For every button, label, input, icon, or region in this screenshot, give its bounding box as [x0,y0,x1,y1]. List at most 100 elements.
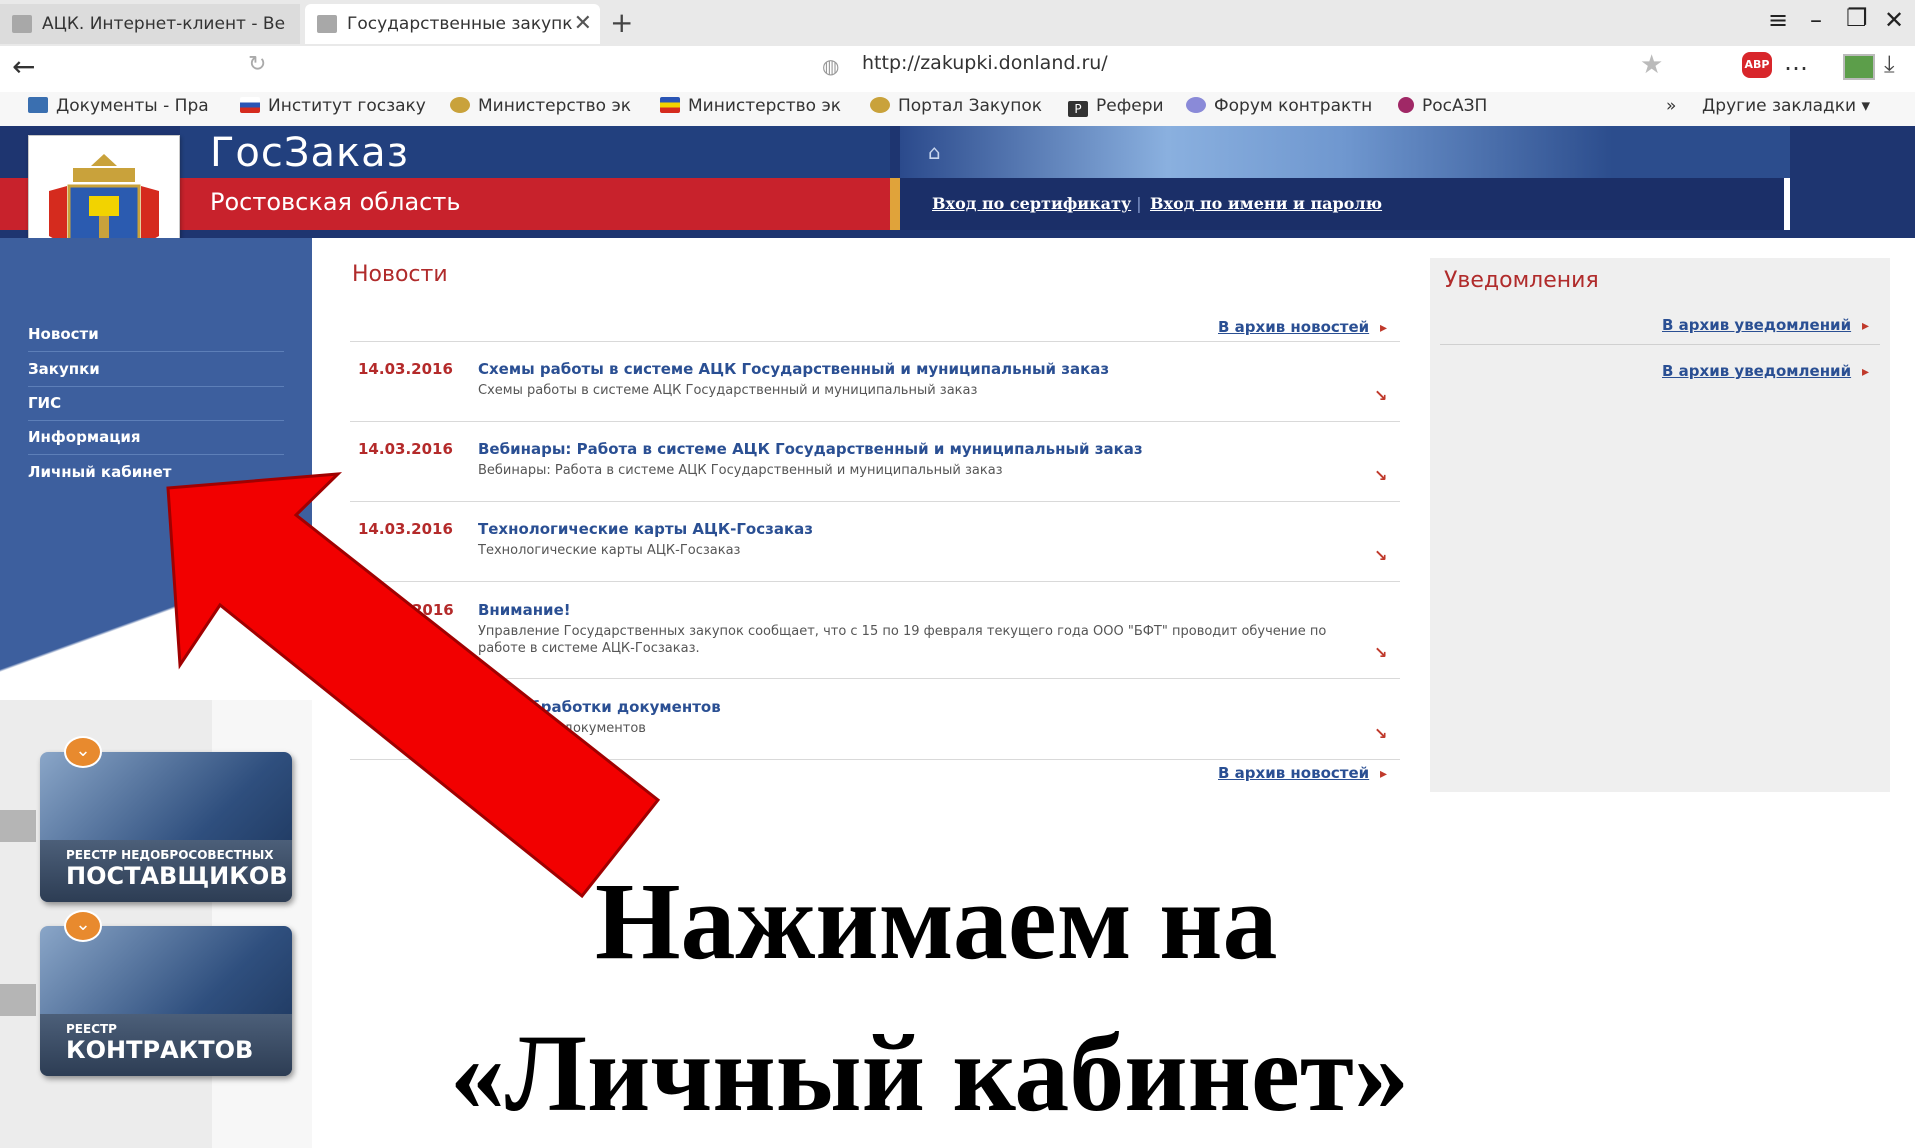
bookmark-label: Портал Закупок [898,96,1042,116]
bookmark-label: Форум контрактн [1214,96,1373,116]
document-icon [28,97,48,113]
divider [350,421,1400,422]
notifications-panel [1430,258,1890,792]
rosazp-icon [1398,97,1414,113]
news-date: 2016 [412,601,454,619]
arrow-down-right-icon[interactable]: ↘ [1374,546,1387,565]
arrow-down-right-icon[interactable]: ↘ [1374,386,1387,405]
login-certificate-link[interactable]: Вход по сертификату [932,194,1131,213]
bookmark-label: Документы - Пра [56,96,209,116]
restore-icon[interactable]: ❐ [1846,4,1868,32]
close-window-icon[interactable]: ✕ [1884,6,1904,34]
url-field[interactable]: http://zakupki.donland.ru/ [862,52,1108,74]
chevron-down-icon[interactable]: ⌄ [64,910,102,942]
header-accent [890,178,900,230]
bookmark-label: Министерство эк [478,96,632,116]
news-text: Технологические карты АЦК-Госзаказ [478,543,741,558]
banner-big-label: КОНТРАКТОВ [66,1036,254,1064]
notifications-archive-link[interactable]: В архив уведомлений [1662,316,1851,334]
chevron-right-icon: ▸ [1380,766,1388,782]
bookmark-label: Институт госзаку [268,96,426,116]
news-text: ботки документов [520,721,646,736]
browser-tab-active[interactable]: Государственные закупк ✕ [305,4,600,44]
divider [350,581,1400,582]
nav-item-purchases[interactable]: Закупки [28,360,284,387]
news-date: 14.03.2016 [358,520,453,538]
login-link-divider: | [1136,194,1142,213]
emblem-icon [870,97,890,113]
flag-icon [240,97,260,113]
back-arrow-icon[interactable]: ← [12,50,35,83]
news-date: 14.03.2016 [358,440,453,458]
emblem-icon [450,97,470,113]
nav-item-news[interactable]: Новости [28,325,284,352]
other-bookmarks[interactable]: Другие закладки ▾ [1702,96,1870,116]
reload-icon[interactable]: ↻ [248,52,266,77]
globe-icon: ◍ [822,54,840,78]
menu-icon[interactable]: ≡ [1768,6,1788,34]
bookmark-item[interactable]: Министерство эк [450,96,631,116]
bookmark-item[interactable]: Документы - Пра [28,96,209,116]
divider [350,341,1400,342]
arrow-down-right-icon[interactable]: ↘ [1374,724,1387,743]
nav-item-information[interactable]: Информация [28,428,284,455]
close-icon[interactable]: ✕ [574,4,592,44]
news-archive-link[interactable]: В архив новостей [1218,764,1369,782]
browser-tab[interactable]: АЦК. Интернет-клиент - Ве [0,4,300,44]
picture-icon[interactable] [1843,54,1875,80]
referee-icon: P [1068,101,1088,117]
instruction-caption-line2: «Личный кабинет» [450,1012,1409,1134]
bookmark-item[interactable]: Портал Закупок [870,96,1042,116]
bookmark-item[interactable]: РосАЗП [1398,96,1487,116]
bookmark-item[interactable]: P Рефери [1068,96,1164,117]
bookmark-item[interactable]: Форум контрактн [1186,96,1372,116]
chevron-right-icon: ▸ [1862,364,1870,380]
download-icon[interactable]: ⤓ [1884,50,1895,78]
divider [350,759,1400,760]
side-tab [0,810,36,842]
divider [350,501,1400,502]
instruction-caption-line1: Нажимаем на [595,860,1278,982]
banner-small-label: РЕЕСТР [66,1022,117,1036]
nav-item-personal-account[interactable]: Личный кабинет [28,463,284,489]
minimize-icon[interactable]: – [1810,6,1822,34]
bookmark-item[interactable]: Министерство эк [660,96,841,116]
news-headline[interactable]: Технологические карты АЦК-Госзаказ [478,520,813,538]
forum-icon [1186,97,1206,113]
banner-unfair-suppliers[interactable]: РЕЕСТР НЕДОБРОСОВЕСТНЫХ ПОСТАВЩИКОВ [40,752,292,902]
bookmark-item[interactable]: Институт госзаку [240,96,426,116]
region-name: Ростовская область [210,188,461,216]
news-archive-link[interactable]: В архив новостей [1218,318,1369,336]
tab-favicon-icon [317,15,337,33]
tab-label: АЦК. Интернет-клиент - Ве [42,14,286,34]
chevron-down-icon[interactable]: ⌄ [64,736,102,768]
news-date: 14.03.2016 [358,360,453,378]
divider [350,678,1400,679]
new-tab-icon[interactable]: + [610,6,633,39]
bookmark-star-icon[interactable]: ★ [1640,50,1663,80]
news-headline[interactable]: Схемы работы в системе АЦК Государственн… [478,360,1109,378]
tab-favicon-icon [12,15,32,33]
news-headline[interactable]: обработки документов [520,698,721,716]
tab-label: Государственные закупк [347,14,573,34]
arrow-down-right-icon[interactable]: ↘ [1374,466,1387,485]
notifications-archive-link[interactable]: В архив уведомлений [1662,362,1851,380]
news-heading: Новости [352,262,448,287]
side-tab [0,984,36,1016]
home-icon[interactable]: ⌂ [928,140,941,164]
news-headline[interactable]: Вебинары: Работа в системе АЦК Государст… [478,440,1143,458]
news-headline[interactable]: Внимание! [478,601,571,619]
arrow-down-right-icon[interactable]: ↘ [1374,643,1387,662]
news-text: Управление Государственных закупок сообщ… [478,624,1327,656]
site-title: ГосЗаказ [210,130,409,176]
bookmark-label: Рефери [1096,96,1164,116]
chevron-right-icon: ▸ [1862,318,1870,334]
banner-contracts[interactable]: РЕЕСТР КОНТРАКТОВ [40,926,292,1076]
more-icon[interactable]: … [1784,48,1808,76]
adblock-icon[interactable]: ABP [1742,52,1772,78]
login-password-link[interactable]: Вход по имени и паролю [1150,194,1382,213]
notifications-heading: Уведомления [1444,268,1599,293]
bookmark-overflow-icon[interactable]: » [1666,96,1676,116]
nav-item-gis[interactable]: ГИС [28,394,284,421]
divider [1440,344,1880,345]
